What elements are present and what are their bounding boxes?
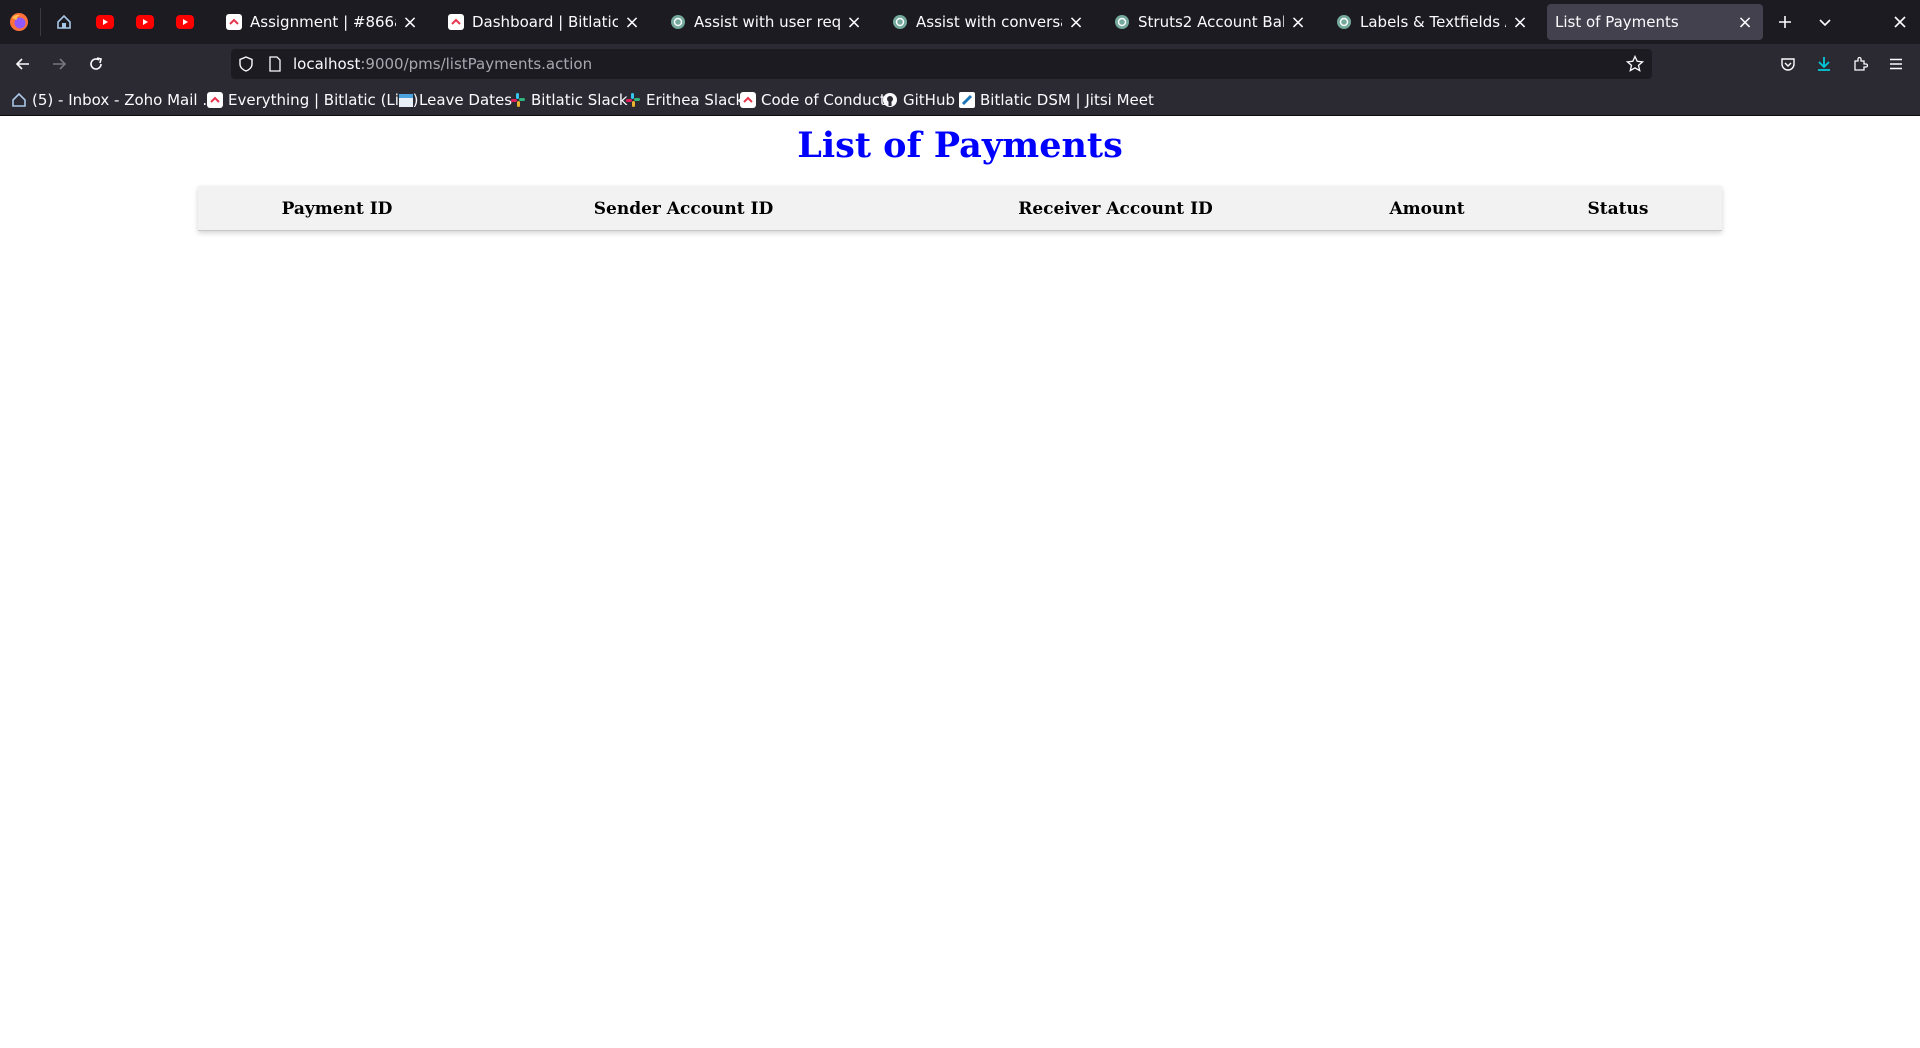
close-icon[interactable]: × — [844, 12, 864, 33]
column-header-payment-id: Payment ID — [281, 198, 393, 219]
bookmark-leave-dates[interactable]: Leave Dates — [398, 90, 512, 110]
puzzle-icon — [1854, 56, 1868, 71]
clickup-icon — [207, 92, 223, 108]
bookmark-code-of-conduct[interactable]: Code of Conduct — [740, 90, 886, 110]
close-icon[interactable]: × — [1735, 12, 1755, 33]
bookmark-label: (5) - Inbox - Zoho Mail ... — [32, 91, 217, 109]
home-icon — [57, 14, 71, 29]
plus-icon — [1779, 16, 1791, 28]
pinned-tab-youtube-2[interactable] — [135, 12, 155, 32]
tab-label: Assist with conversation. — [916, 13, 1062, 31]
payments-table: Payment ID Sender Account ID Receiver Ac… — [198, 186, 1722, 231]
calendar-icon — [398, 92, 414, 108]
chevron-down-icon — [1819, 19, 1831, 27]
firefox-icon[interactable] — [9, 12, 29, 32]
bookmark-label: GitHub — [903, 91, 955, 109]
close-icon[interactable]: × — [1510, 12, 1530, 33]
bookmark-label: Bitlatic Slack — [531, 91, 628, 109]
bookmarks-toolbar: (5) - Inbox - Zoho Mail ... Everything |… — [0, 84, 1920, 116]
tab-assist-user-request[interactable]: Assist with user request × — [662, 4, 872, 40]
back-button[interactable] — [11, 52, 35, 76]
bookmark-label: Bitlatic DSM | Jitsi Meet — [980, 91, 1154, 109]
arrow-right-icon — [53, 58, 67, 70]
url-bar[interactable]: localhost:9000/pms/listPayments.action — [231, 49, 1652, 79]
url-host: localhost — [293, 55, 361, 73]
column-header-status: Status — [1587, 198, 1649, 219]
url-text[interactable]: localhost:9000/pms/listPayments.action — [293, 55, 592, 73]
bookmark-label: Leave Dates — [419, 91, 513, 109]
reload-button[interactable] — [84, 52, 108, 76]
bookmark-zoho-mail[interactable]: (5) - Inbox - Zoho Mail ... — [11, 90, 217, 110]
star-icon[interactable] — [1626, 55, 1644, 73]
bookmark-bitlatic-slack[interactable]: Bitlatic Slack — [510, 90, 628, 110]
tab-label: List of Payments — [1555, 13, 1679, 31]
tab-strip: Assignment | #866agk1y × Dashboard | Bit… — [0, 0, 1920, 44]
bookmark-jitsi-meet[interactable]: Bitlatic DSM | Jitsi Meet — [959, 90, 1154, 110]
app-menu-button[interactable] — [1884, 52, 1908, 76]
chatgpt-icon — [892, 14, 908, 30]
bookmark-label: Erithea Slack — [646, 91, 745, 109]
pocket-button[interactable] — [1776, 52, 1800, 76]
bookmark-label: Everything | Bitlatic (List) — [228, 91, 419, 109]
close-icon — [1894, 16, 1906, 28]
github-icon — [882, 92, 898, 108]
extensions-button[interactable] — [1848, 52, 1872, 76]
column-header-amount: Amount — [1389, 198, 1465, 219]
jitsi-icon — [959, 92, 975, 108]
tab-label: Dashboard | Bitlatic — [472, 13, 618, 31]
column-header-receiver-account-id: Receiver Account ID — [1018, 198, 1213, 219]
arrow-left-icon — [15, 58, 29, 70]
youtube-icon — [96, 15, 114, 29]
close-icon[interactable]: × — [1288, 12, 1308, 33]
shield-icon[interactable] — [238, 56, 254, 72]
pinned-tab-youtube-1[interactable] — [95, 12, 115, 32]
tab-dashboard[interactable]: Dashboard | Bitlatic × — [440, 4, 650, 40]
column-header-sender-account-id: Sender Account ID — [593, 198, 774, 219]
close-icon[interactable]: × — [622, 12, 642, 33]
tab-list-of-payments[interactable]: List of Payments × — [1547, 4, 1763, 40]
slack-icon — [625, 92, 641, 108]
chatgpt-icon — [670, 14, 686, 30]
tab-label: Assist with user request — [694, 13, 840, 31]
page-icon[interactable] — [267, 56, 283, 72]
youtube-icon — [176, 15, 194, 29]
pinned-tab-youtube-3[interactable] — [175, 12, 195, 32]
tab-label: Labels & Textfields Arran — [1360, 13, 1506, 31]
pocket-icon — [1781, 58, 1795, 71]
tab-assist-conversation[interactable]: Assist with conversation. × — [884, 4, 1094, 40]
navigation-toolbar: localhost:9000/pms/listPayments.action — [0, 44, 1920, 84]
chatgpt-icon — [1114, 14, 1130, 30]
new-tab-button[interactable] — [1773, 10, 1797, 34]
hamburger-menu-icon — [1890, 58, 1902, 70]
list-all-tabs-button[interactable] — [1813, 10, 1837, 34]
youtube-icon — [136, 15, 154, 29]
close-icon[interactable]: × — [400, 12, 420, 33]
bookmark-github[interactable]: GitHub — [882, 90, 955, 110]
clickup-icon — [740, 92, 756, 108]
tab-labels-textfields[interactable]: Labels & Textfields Arran × — [1328, 4, 1538, 40]
forward-button[interactable] — [47, 52, 71, 76]
tab-label: Assignment | #866agk1y — [250, 13, 396, 31]
bookmark-everything-bitlatic[interactable]: Everything | Bitlatic (List) — [207, 90, 419, 110]
window-close-button[interactable] — [1888, 10, 1912, 34]
clickup-icon — [226, 14, 242, 30]
pinned-separator — [40, 8, 41, 36]
zoho-mail-icon — [11, 92, 27, 108]
tab-struts2-account-balance[interactable]: Struts2 Account Balance × — [1106, 4, 1316, 40]
page-title: List of Payments — [797, 125, 1123, 166]
tab-label: Struts2 Account Balance — [1138, 13, 1284, 31]
slack-icon — [510, 92, 526, 108]
url-path: :9000/pms/listPayments.action — [360, 55, 593, 73]
clickup-icon — [448, 14, 464, 30]
page-content: List of Payments Payment ID Sender Accou… — [0, 116, 1920, 1048]
reload-icon — [90, 57, 102, 70]
chatgpt-icon — [1336, 14, 1352, 30]
downloads-button[interactable] — [1812, 52, 1836, 76]
pinned-tab-home[interactable] — [54, 12, 74, 32]
download-icon — [1818, 57, 1830, 71]
tab-assignment[interactable]: Assignment | #866agk1y × — [218, 4, 428, 40]
close-icon[interactable]: × — [1066, 12, 1086, 33]
bookmark-erithea-slack[interactable]: Erithea Slack — [625, 90, 744, 110]
bookmark-label: Code of Conduct — [761, 91, 886, 109]
